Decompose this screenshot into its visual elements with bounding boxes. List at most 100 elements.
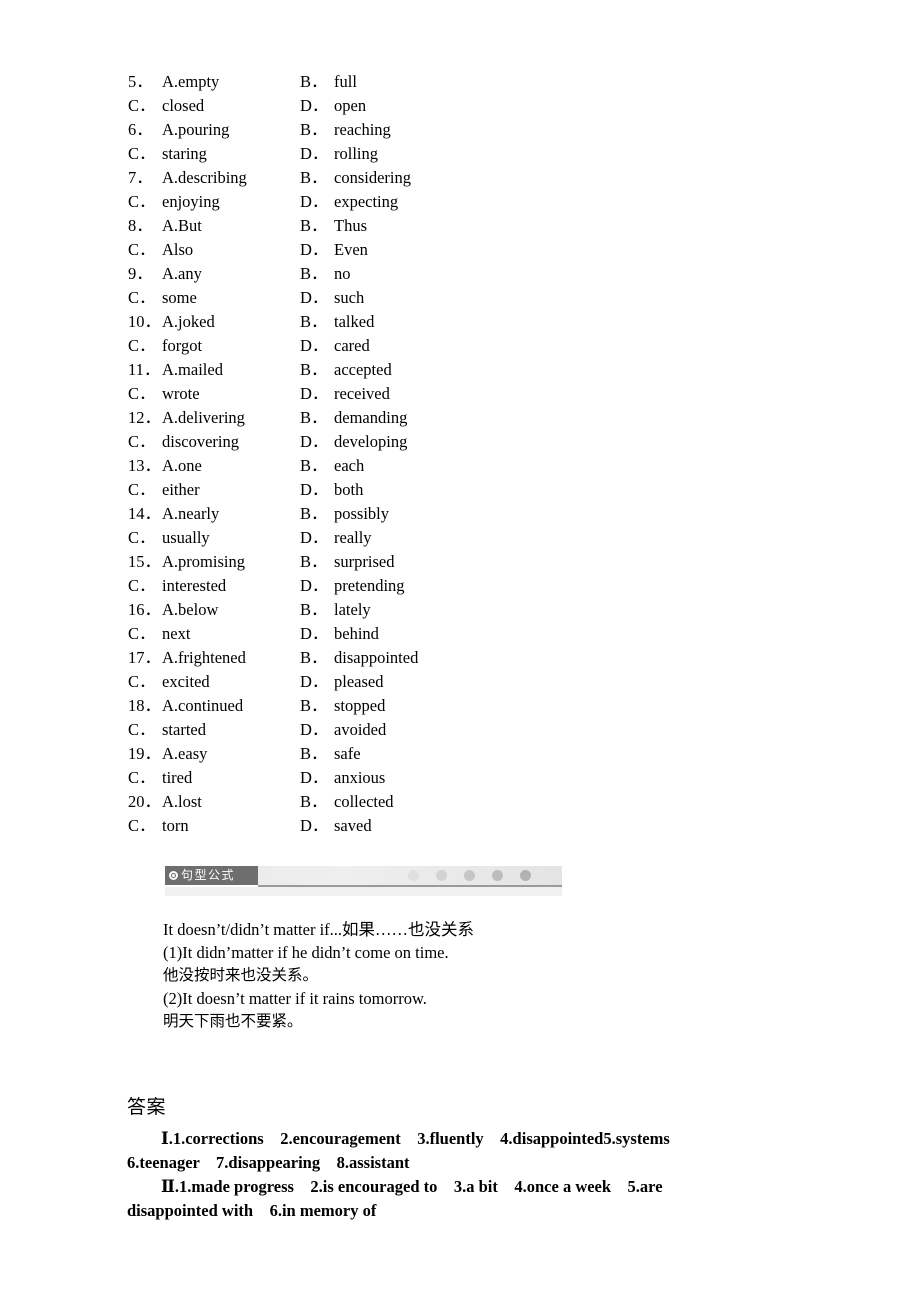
option-left-choice[interactable]: C． discovering	[128, 430, 300, 454]
option-right-choice[interactable]: B． possibly	[300, 502, 389, 526]
option-right-choice[interactable]: B． reaching	[300, 118, 391, 142]
option-left-choice[interactable]: 19．A.easy	[128, 742, 300, 766]
option-right-text: accepted	[334, 360, 392, 379]
option-right-key: B．	[300, 72, 328, 91]
option-right-choice[interactable]: D． pleased	[300, 670, 383, 694]
option-left-choice[interactable]: 18．A.continued	[128, 694, 300, 718]
option-left-choice[interactable]: C． closed	[128, 94, 300, 118]
option-left-choice[interactable]: C． wrote	[128, 382, 300, 406]
option-left-choice[interactable]: C． Also	[128, 238, 300, 262]
option-left-choice[interactable]: 12．A.delivering	[128, 406, 300, 430]
option-right-text: collected	[334, 792, 394, 811]
option-row: 19．A.easy B． safe	[128, 742, 688, 766]
option-left-choice[interactable]: 9． A.any	[128, 262, 300, 286]
option-right-choice[interactable]: B． surprised	[300, 550, 395, 574]
option-right-choice[interactable]: D． rolling	[300, 142, 378, 166]
option-right-choice[interactable]: B． accepted	[300, 358, 392, 382]
option-left-text: A.mailed	[162, 360, 223, 379]
filled-circle-icon	[169, 871, 178, 880]
option-right-choice[interactable]: D． open	[300, 94, 366, 118]
option-left-choice[interactable]: 16．A.below	[128, 598, 300, 622]
option-left-choice[interactable]: C． forgot	[128, 334, 300, 358]
option-right-choice[interactable]: D． cared	[300, 334, 370, 358]
option-left-text: usually	[162, 528, 210, 547]
option-left-choice[interactable]: C． started	[128, 718, 300, 742]
option-right-text: surprised	[334, 552, 395, 571]
option-right-choice[interactable]: B． Thus	[300, 214, 367, 238]
option-row: 17．A.frightened B． disappointed	[128, 646, 688, 670]
option-left-key: 12．	[128, 408, 161, 427]
option-right-choice[interactable]: B． collected	[300, 790, 394, 814]
option-right-choice[interactable]: B． talked	[300, 310, 374, 334]
option-left-key: 16．	[128, 600, 161, 619]
option-right-choice[interactable]: B． demanding	[300, 406, 407, 430]
option-left-choice[interactable]: C． interested	[128, 574, 300, 598]
option-right-text: safe	[334, 744, 361, 763]
option-right-choice[interactable]: B． considering	[300, 166, 411, 190]
option-right-choice[interactable]: D． saved	[300, 814, 372, 838]
option-right-choice[interactable]: D． developing	[300, 430, 407, 454]
formula-explanation: It doesn’t/didn’t matter if...如果……也没关系 (…	[163, 918, 783, 1033]
option-right-key: D．	[300, 96, 329, 115]
option-right-choice[interactable]: D． received	[300, 382, 390, 406]
option-left-choice[interactable]: 6． A.pouring	[128, 118, 300, 142]
option-right-choice[interactable]: B． full	[300, 70, 357, 94]
option-row: C． tired D． anxious	[128, 766, 688, 790]
option-right-choice[interactable]: D． Even	[300, 238, 368, 262]
option-right-text: avoided	[334, 720, 387, 739]
option-row: C． Also D． Even	[128, 238, 688, 262]
option-left-choice[interactable]: 13．A.one	[128, 454, 300, 478]
option-right-text: anxious	[334, 768, 386, 787]
option-left-choice[interactable]: 10．A.joked	[128, 310, 300, 334]
option-left-key: 13．	[128, 456, 161, 475]
option-left-choice[interactable]: 20．A.lost	[128, 790, 300, 814]
option-right-key: D．	[300, 816, 329, 835]
banner-dot	[492, 870, 503, 881]
option-right-choice[interactable]: D． anxious	[300, 766, 385, 790]
option-right-choice[interactable]: B． lately	[300, 598, 371, 622]
option-right-choice[interactable]: D． both	[300, 478, 363, 502]
option-right-choice[interactable]: B． disappointed	[300, 646, 418, 670]
option-right-choice[interactable]: B． no	[300, 262, 351, 286]
option-right-choice[interactable]: D． behind	[300, 622, 379, 646]
option-left-choice[interactable]: 17．A.frightened	[128, 646, 300, 670]
option-row: 6． A.pouring B． reaching	[128, 118, 688, 142]
option-left-choice[interactable]: 7． A.describing	[128, 166, 300, 190]
option-right-text: lately	[334, 600, 371, 619]
option-left-choice[interactable]: 11．A.mailed	[128, 358, 300, 382]
option-left-text: A.delivering	[162, 408, 245, 427]
option-left-choice[interactable]: C． excited	[128, 670, 300, 694]
option-right-choice[interactable]: B． each	[300, 454, 364, 478]
option-left-key: C．	[128, 528, 156, 547]
option-right-choice[interactable]: D． expecting	[300, 190, 398, 214]
option-left-choice[interactable]: 5． A.empty	[128, 70, 300, 94]
option-left-text: discovering	[162, 432, 239, 451]
option-right-choice[interactable]: D． avoided	[300, 718, 386, 742]
option-left-key: C．	[128, 240, 156, 259]
option-left-text: A.frightened	[162, 648, 246, 667]
option-left-choice[interactable]: C． tired	[128, 766, 300, 790]
answers-part2-cont: disappointed with 6.in memory of	[127, 1201, 377, 1220]
option-right-choice[interactable]: B． stopped	[300, 694, 385, 718]
option-right-choice[interactable]: B． safe	[300, 742, 361, 766]
option-right-choice[interactable]: D． pretending	[300, 574, 405, 598]
option-right-key: B．	[300, 792, 328, 811]
option-left-choice[interactable]: C． next	[128, 622, 300, 646]
option-left-choice[interactable]: C． enjoying	[128, 190, 300, 214]
option-left-choice[interactable]: 15．A.promising	[128, 550, 300, 574]
option-left-choice[interactable]: C． some	[128, 286, 300, 310]
option-left-key: C．	[128, 432, 156, 451]
option-left-choice[interactable]: C． torn	[128, 814, 300, 838]
option-left-choice[interactable]: C． either	[128, 478, 300, 502]
option-right-choice[interactable]: D． really	[300, 526, 372, 550]
option-left-choice[interactable]: 14．A.nearly	[128, 502, 300, 526]
banner-dot	[436, 870, 447, 881]
option-row: C． interested D． pretending	[128, 574, 688, 598]
option-left-key: C．	[128, 288, 156, 307]
banner-label-text: 句型公式	[181, 868, 236, 882]
option-left-choice[interactable]: C． staring	[128, 142, 300, 166]
option-left-choice[interactable]: C． usually	[128, 526, 300, 550]
option-left-choice[interactable]: 8． A.But	[128, 214, 300, 238]
option-left-key: 7．	[128, 168, 153, 187]
option-right-choice[interactable]: D． such	[300, 286, 364, 310]
